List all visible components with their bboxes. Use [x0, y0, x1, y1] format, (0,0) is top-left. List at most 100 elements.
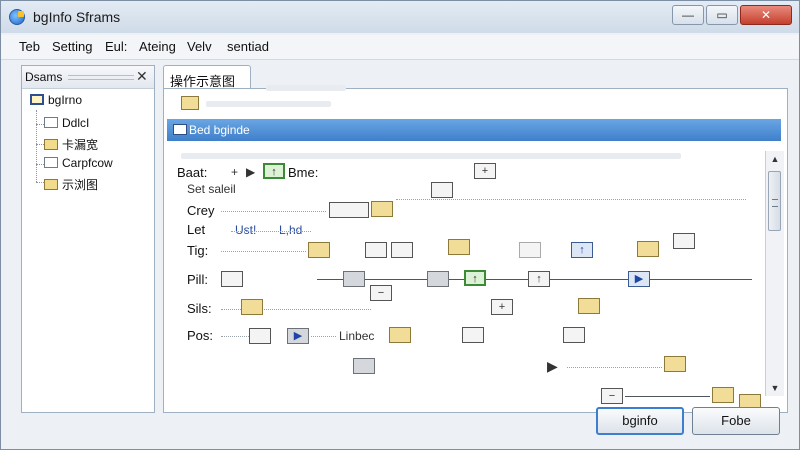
- node-yellow[interactable]: [308, 242, 330, 258]
- row-label-pos: Pos:: [187, 328, 214, 343]
- title-bar[interactable]: bgInfo Sframs — ▭ ✕: [1, 1, 799, 33]
- node-box[interactable]: [673, 233, 695, 249]
- tab-diagram[interactable]: 操作示意图: [163, 65, 251, 89]
- node-box[interactable]: ↑: [528, 271, 550, 287]
- node-yellow[interactable]: [578, 298, 600, 314]
- node-glyph: +: [498, 301, 506, 313]
- folder-icon[interactable]: [181, 96, 199, 110]
- sidebar-header-label: Dsams: [25, 70, 63, 84]
- sidebar-panel: Dsams ✕ bgIrno DdlcI 卡漏宽 Carpfcow 示浏图: [21, 65, 155, 413]
- ghost-text: [266, 85, 346, 91]
- plus-node[interactable]: +: [474, 163, 496, 179]
- menu-item-setting[interactable]: Setting: [52, 39, 92, 54]
- folder-icon: [44, 157, 58, 168]
- window-title: bgInfo Sframs: [33, 9, 121, 25]
- scroll-thumb[interactable]: [768, 171, 781, 231]
- menu-item-eul[interactable]: Eul:: [105, 39, 127, 54]
- connector-line: [311, 336, 336, 337]
- node-box[interactable]: [563, 327, 585, 343]
- node-plus[interactable]: +: [491, 299, 513, 315]
- node-glyph: ↑: [472, 273, 478, 285]
- node-yellow[interactable]: [712, 387, 734, 403]
- node-green[interactable]: ↑: [464, 270, 486, 286]
- node-box[interactable]: [221, 271, 243, 287]
- menu-bar: Teb Setting Eul: Ateing Velv sentiad: [1, 35, 799, 60]
- tree-connector: [36, 182, 44, 183]
- fobe-button[interactable]: Fobe: [692, 407, 780, 435]
- connector-line: [625, 396, 710, 397]
- node-yellow[interactable]: [241, 299, 263, 315]
- connector-line: [221, 211, 326, 212]
- node-box-wide[interactable]: [329, 202, 369, 218]
- grip-icon: [772, 199, 778, 207]
- arrow-icon: ▶: [547, 358, 558, 374]
- connector-line: [567, 367, 662, 368]
- connector-line: [221, 336, 251, 337]
- bginfo-button[interactable]: bginfo: [596, 407, 684, 435]
- node-box[interactable]: [249, 328, 271, 344]
- maximize-button[interactable]: ▭: [706, 5, 738, 25]
- node-play[interactable]: ▶: [287, 328, 309, 344]
- tree-connector: [36, 124, 44, 125]
- pos-inline-label: Linbec: [339, 329, 375, 343]
- sidebar-close-icon[interactable]: ✕: [136, 68, 148, 85]
- sidebar-item-3[interactable]: 卡漏宽: [44, 136, 98, 154]
- node-glyph: ↑: [536, 273, 542, 285]
- sidebar-item-bgirno[interactable]: bgIrno: [30, 93, 82, 111]
- vertical-scrollbar[interactable]: ▲ ▼: [765, 151, 784, 396]
- row-label-let: Let: [187, 222, 206, 237]
- node-play[interactable]: ▶: [628, 271, 650, 287]
- minimize-button[interactable]: —: [672, 5, 704, 25]
- menu-item-sentiad[interactable]: sentiad: [227, 39, 269, 54]
- node-yellow[interactable]: [371, 201, 393, 217]
- node-glyph: ▶: [293, 330, 303, 342]
- sidebar-item-label: bgIrno: [48, 93, 83, 107]
- sidebar-item-carpfcow[interactable]: Carpfcow: [44, 156, 113, 174]
- ghost-text: [181, 153, 681, 159]
- node-yellow[interactable]: [448, 239, 470, 255]
- node-box-minus[interactable]: −: [370, 285, 392, 301]
- menu-item-velv[interactable]: Velv: [187, 39, 212, 54]
- sidebar-header: Dsams ✕: [22, 66, 154, 89]
- menu-item-ateing[interactable]: Ateing: [139, 39, 176, 54]
- selected-row-label: Bed bginde: [189, 123, 250, 137]
- start-node[interactable]: ↑: [263, 163, 285, 179]
- tree-connector: [36, 164, 44, 165]
- row-label-sils: Sils:: [187, 301, 212, 316]
- node-box[interactable]: [431, 182, 453, 198]
- folder-arrow-icon: [44, 179, 58, 190]
- node-yellow[interactable]: [389, 327, 411, 343]
- sidebar-item-ddlci[interactable]: DdlcI: [44, 116, 89, 134]
- header-grip: [68, 75, 134, 80]
- play-icon[interactable]: ▶: [246, 165, 255, 179]
- node-minus[interactable]: −: [601, 388, 623, 404]
- diagram-top-label: Baat:: [177, 165, 208, 180]
- node-yellow[interactable]: [664, 356, 686, 372]
- node-box-faded[interactable]: [519, 242, 541, 258]
- selected-row[interactable]: Bed bginde: [167, 119, 781, 141]
- node-yellow[interactable]: [637, 241, 659, 257]
- node-box[interactable]: [391, 242, 413, 258]
- node-gray[interactable]: [343, 271, 365, 287]
- node-glyph: +: [481, 165, 489, 177]
- close-button[interactable]: ✕: [740, 5, 792, 25]
- sidebar-item-label: DdlcI: [62, 116, 90, 130]
- node-glyph: ↑: [271, 166, 277, 178]
- node-glyph: ↑: [579, 244, 585, 256]
- row-label-pill: Pill:: [187, 272, 208, 287]
- node-glyph: −: [608, 390, 616, 402]
- set-label: Set saleil: [187, 182, 236, 196]
- connector-line: [221, 251, 306, 252]
- menu-item-teb[interactable]: Teb: [19, 39, 40, 54]
- node-box[interactable]: [462, 327, 484, 343]
- node-gray[interactable]: [427, 271, 449, 287]
- sidebar-item-5[interactable]: 示浏图: [44, 176, 98, 194]
- node-box[interactable]: [365, 242, 387, 258]
- node-gray[interactable]: [353, 358, 375, 374]
- scroll-up-icon[interactable]: ▲: [766, 151, 784, 167]
- scroll-down-icon[interactable]: ▼: [766, 380, 784, 396]
- node-blue[interactable]: ↑: [571, 242, 593, 258]
- tree-connector: [36, 144, 44, 145]
- plus-icon[interactable]: +: [231, 165, 238, 179]
- row-label-tig: Tig:: [187, 243, 209, 258]
